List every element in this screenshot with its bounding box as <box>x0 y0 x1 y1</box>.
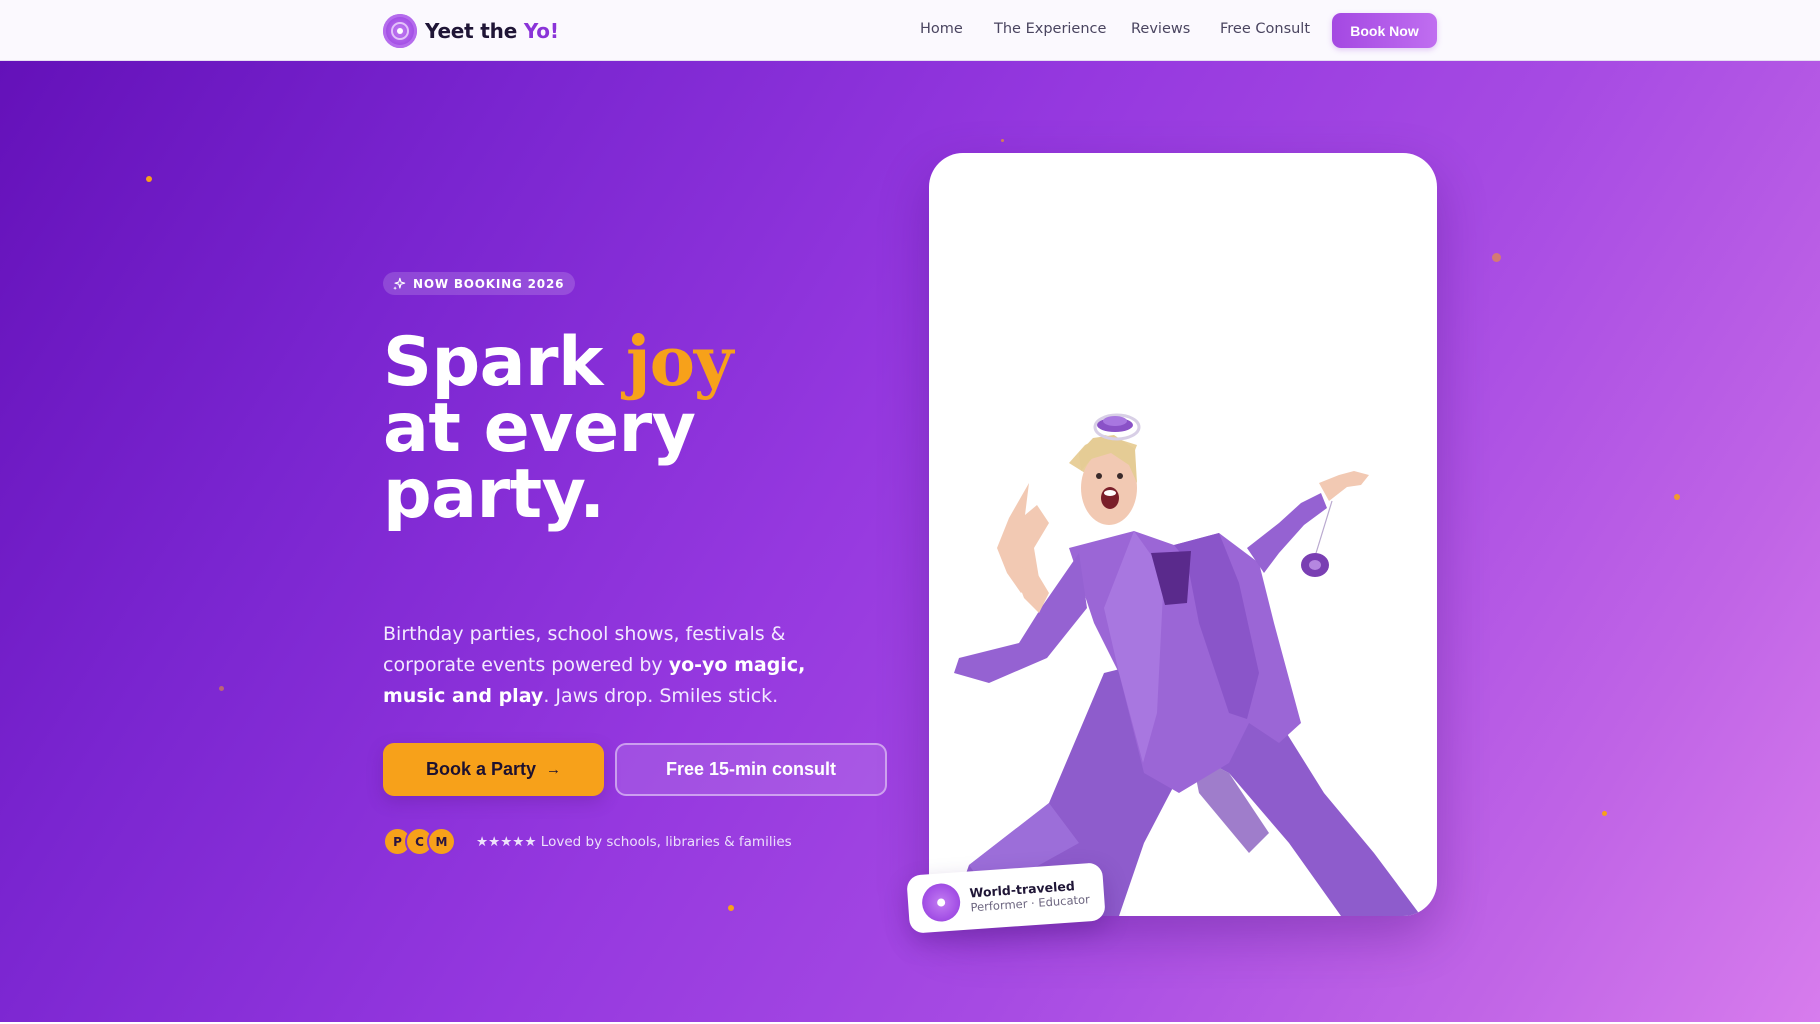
free-consult-button[interactable]: Free 15-min consult <box>615 743 887 796</box>
sparkle-dot-icon <box>146 176 152 182</box>
nav-link-free-consult[interactable]: Free Consult <box>1220 21 1310 37</box>
nav-link-home[interactable]: Home <box>920 21 963 37</box>
nav-link-the-experience[interactable]: The Experience <box>994 21 1106 37</box>
top-navbar: Yeet the Yo! Home The Experience Reviews… <box>0 0 1820 61</box>
headline-line-1: Spark joy <box>383 322 733 402</box>
sparkle-dot-icon <box>1492 253 1501 262</box>
sparkle-dot-icon <box>1602 811 1607 816</box>
yoyo-disc-icon <box>920 882 962 923</box>
social-proof: P C M ★★★★★ Loved by schools, libraries … <box>383 826 792 857</box>
yoyo-logo-icon <box>383 13 417 48</box>
brand-logo-link[interactable]: Yeet the Yo! <box>383 13 559 48</box>
sparkle-dot-icon <box>728 905 734 911</box>
arrow-right-icon: → <box>546 761 562 778</box>
sparkle-dot-icon <box>219 686 224 691</box>
performer-photo-card <box>929 153 1437 916</box>
headline-line-3: party. <box>383 455 605 534</box>
nav-link-reviews[interactable]: Reviews <box>1131 21 1190 37</box>
performer-photo <box>951 413 1421 916</box>
now-booking-badge: NOW BOOKING 2026 <box>383 272 576 295</box>
avatar: M <box>427 827 456 856</box>
book-a-party-label: Book a Party <box>425 759 537 779</box>
sparkles-icon <box>393 277 406 290</box>
sparkle-dot-icon <box>1674 494 1680 500</box>
book-now-button[interactable]: Book Now <box>1332 13 1437 48</box>
brand-name-accent: Yo! <box>523 18 559 43</box>
credential-text: World-traveled Performer · Educator <box>969 877 1090 915</box>
hero-headline: Spark joy at every party. <box>383 322 863 534</box>
hero-section: NOW BOOKING 2026 Spark joy at every part… <box>0 61 1820 1022</box>
social-proof-text: ★★★★★ Loved by schools, libraries & fami… <box>476 833 792 850</box>
brand-name: Yeet the Yo! <box>425 18 559 43</box>
hero-description: Birthday parties, school shows, festival… <box>383 623 806 707</box>
headline-line-2: at every <box>383 389 696 468</box>
sparkle-dot-icon <box>1001 139 1004 142</box>
badge-text: NOW BOOKING 2026 <box>413 276 565 291</box>
book-a-party-button[interactable]: Book a Party → <box>383 743 604 796</box>
